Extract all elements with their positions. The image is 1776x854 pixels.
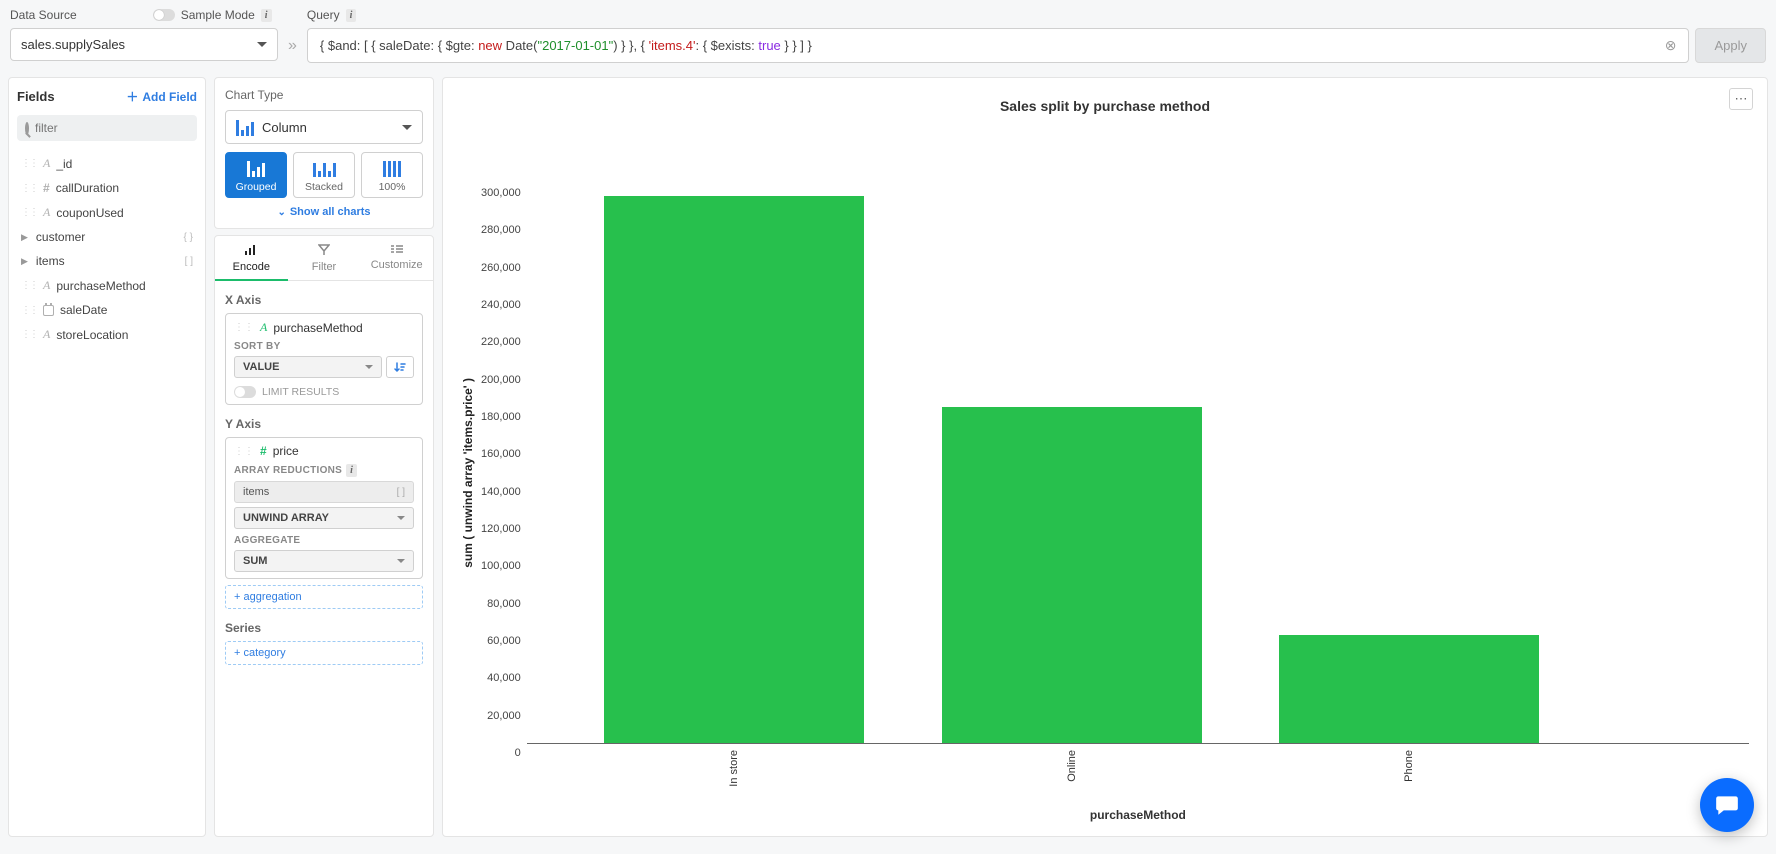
chart-bar[interactable]: [1279, 635, 1539, 743]
show-all-charts-button[interactable]: ⌄ Show all charts: [225, 206, 423, 218]
bars-icon: [313, 159, 336, 177]
string-type-icon: A: [260, 320, 267, 335]
array-reductions-label: ARRAY REDUCTIONS: [234, 465, 342, 476]
sample-mode-label: Sample Mode: [181, 8, 255, 22]
query-input[interactable]: { $and: [ { saleDate: { $gte: new Date("…: [307, 28, 1690, 63]
chevron-down-icon: [257, 42, 267, 47]
tab-filter[interactable]: Filter: [288, 236, 361, 280]
chart-body: sum ( unwind array 'items.price' ) 300,0…: [461, 124, 1749, 822]
ellipsis-icon: ⋯: [1735, 91, 1748, 107]
field-item-items[interactable]: ▶items[ ]: [17, 249, 197, 273]
chart-bar[interactable]: [604, 196, 864, 743]
data-source-value: sales.supplySales: [21, 37, 125, 52]
yaxis-label: Y Axis: [225, 417, 423, 431]
query-block: Query i { $and: [ { saleDate: { $gte: ne…: [307, 8, 1766, 63]
chevron-down-icon: [365, 365, 373, 369]
query-label: Query: [307, 8, 340, 22]
drag-handle-icon: ⋮⋮: [234, 322, 254, 333]
info-icon[interactable]: i: [346, 9, 357, 22]
chart-bar[interactable]: [942, 407, 1202, 743]
data-source-block: Data Source Sample Mode i sales.supplySa…: [10, 8, 278, 61]
sort-direction-button[interactable]: [386, 356, 414, 378]
aggregate-select[interactable]: SUM: [234, 550, 414, 572]
tab-icon: [318, 244, 330, 259]
chart-title: Sales split by purchase method: [461, 98, 1749, 114]
tab-customize[interactable]: Customize: [360, 236, 433, 280]
chevron-down-icon: ⌄: [277, 207, 285, 218]
tab-icon: [244, 244, 258, 259]
clear-query-icon[interactable]: ⊗: [1665, 37, 1677, 54]
field-item-callDuration[interactable]: ⋮⋮#callDuration: [17, 176, 197, 200]
xtick: In store: [728, 750, 740, 787]
chart-plot-area[interactable]: [527, 124, 1749, 744]
info-icon[interactable]: i: [261, 9, 272, 22]
fields-panel: Fields ＋ Add Field ⋮⋮A_id⋮⋮#callDuration…: [8, 77, 206, 837]
fields-filter-input[interactable]: [17, 115, 197, 141]
sort-desc-icon: [394, 361, 406, 373]
number-type-icon: #: [260, 444, 267, 458]
field-item-customer[interactable]: ▶customer{ }: [17, 225, 197, 249]
field-item-_id[interactable]: ⋮⋮A_id: [17, 151, 197, 176]
chart-type-select[interactable]: Column: [225, 110, 423, 144]
bars-icon: [383, 159, 401, 177]
chart-subtype-grouped[interactable]: Grouped: [225, 152, 287, 198]
yaxis-pill[interactable]: ⋮⋮ # price ARRAY REDUCTIONS i items [ ] …: [225, 437, 423, 579]
series-label: Series: [225, 621, 423, 635]
xaxis-title: purchaseMethod: [527, 808, 1749, 822]
field-item-purchaseMethod[interactable]: ⋮⋮ApurchaseMethod: [17, 273, 197, 298]
field-item-saleDate[interactable]: ⋮⋮saleDate: [17, 298, 197, 322]
array-icon: [ ]: [397, 487, 405, 498]
add-field-button[interactable]: ＋ Add Field: [126, 88, 197, 105]
apply-button[interactable]: Apply: [1695, 28, 1766, 63]
chart-type-card: Chart Type Column GroupedStacked100% ⌄ S…: [214, 77, 434, 229]
limit-toggle[interactable]: [234, 386, 256, 398]
data-source-select[interactable]: sales.supplySales: [10, 28, 278, 61]
tab-icon: [390, 244, 404, 257]
chart-subtype-100pct[interactable]: 100%: [361, 152, 423, 198]
tab-encode[interactable]: Encode: [215, 236, 288, 281]
xtick: Phone: [1403, 750, 1415, 782]
items-array-indicator: items [ ]: [234, 481, 414, 503]
chart-menu-button[interactable]: ⋯: [1729, 88, 1753, 110]
aggregate-label: AGGREGATE: [234, 535, 414, 546]
chart-panel: ⋯ Sales split by purchase method sum ( u…: [442, 77, 1768, 837]
add-category-button[interactable]: + category: [225, 641, 423, 665]
top-bar: Data Source Sample Mode i sales.supplySa…: [0, 0, 1776, 77]
info-icon[interactable]: i: [346, 464, 357, 477]
sample-mode-toggle[interactable]: [153, 9, 175, 21]
bars-icon: [247, 159, 265, 177]
field-item-couponUsed[interactable]: ⋮⋮AcouponUsed: [17, 200, 197, 225]
data-source-label: Data Source: [10, 8, 77, 22]
fields-filter-text[interactable]: [35, 121, 190, 135]
encode-card: EncodeFilterCustomize X Axis ⋮⋮ A purcha…: [214, 235, 434, 837]
plus-icon: ＋: [126, 88, 138, 105]
fields-title: Fields: [17, 89, 55, 104]
chevron-down-icon: [397, 559, 405, 563]
xaxis-pill[interactable]: ⋮⋮ A purchaseMethod SORT BY VALUE: [225, 313, 423, 405]
sortby-label: SORT BY: [234, 341, 414, 352]
config-panel: Chart Type Column GroupedStacked100% ⌄ S…: [214, 77, 434, 837]
chevron-down-icon: [402, 125, 412, 130]
chevron-down-icon: [397, 516, 405, 520]
search-icon: [25, 122, 29, 135]
xaxis-label: X Axis: [225, 293, 423, 307]
xtick: Online: [1066, 750, 1078, 782]
chart-type-title: Chart Type: [225, 88, 423, 102]
unwind-select[interactable]: UNWIND ARRAY: [234, 507, 414, 529]
main-area: Fields ＋ Add Field ⋮⋮A_id⋮⋮#callDuration…: [0, 77, 1776, 837]
yaxis-title: sum ( unwind array 'items.price' ): [461, 378, 475, 568]
add-aggregation-button[interactable]: + aggregation: [225, 585, 423, 609]
chart-subtype-stacked[interactable]: Stacked: [293, 152, 355, 198]
drag-handle-icon: ⋮⋮: [234, 446, 254, 457]
collapse-panel-button[interactable]: »: [288, 37, 297, 55]
field-item-storeLocation[interactable]: ⋮⋮AstoreLocation: [17, 322, 197, 347]
limit-results-row[interactable]: LIMIT RESULTS: [234, 386, 414, 398]
chat-widget-button[interactable]: [1700, 778, 1754, 832]
sortby-select[interactable]: VALUE: [234, 356, 382, 378]
chat-icon: [1714, 792, 1740, 818]
column-chart-icon: [236, 118, 254, 136]
